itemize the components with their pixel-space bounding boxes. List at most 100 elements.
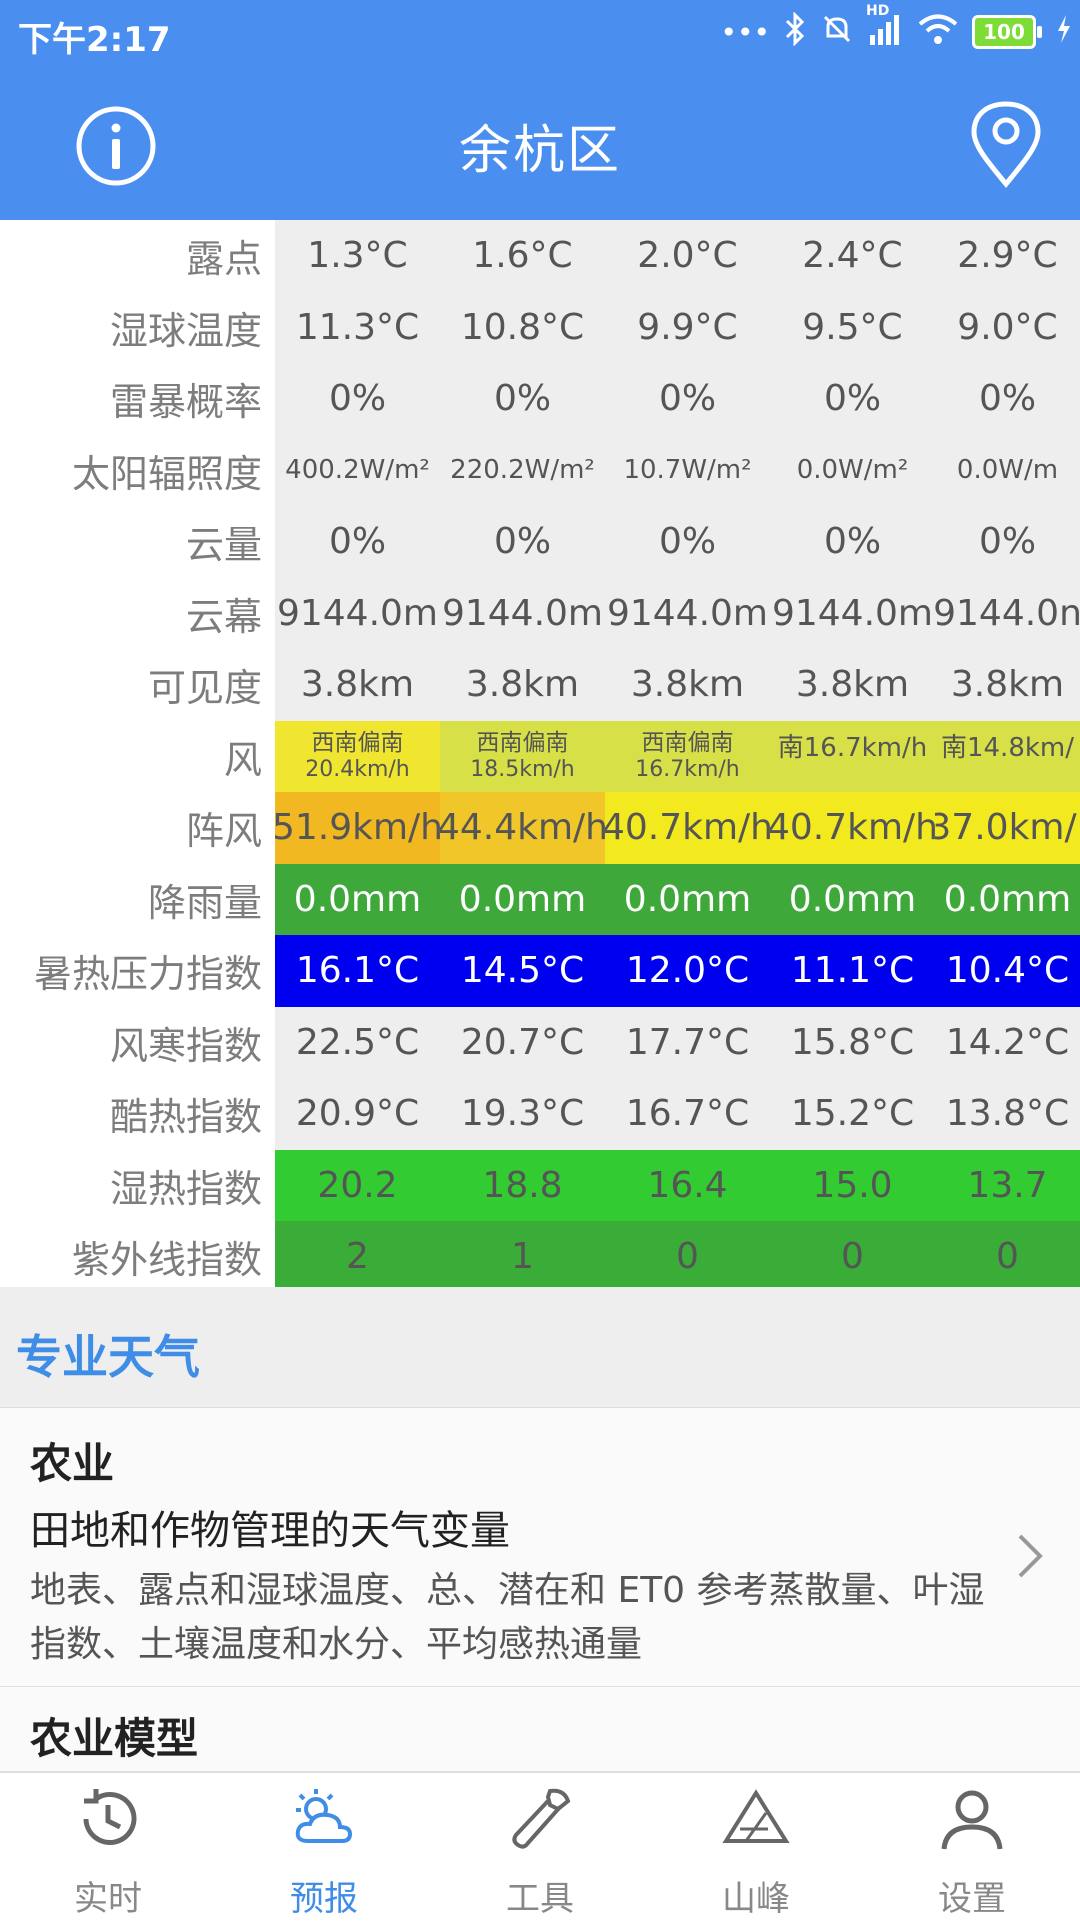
table-cell: 9.5°C — [770, 291, 935, 363]
bluetooth-icon — [784, 10, 806, 53]
row-label: 阵风 — [0, 792, 262, 864]
table-cell: 19.3°C — [440, 1078, 605, 1150]
table-cell: 0% — [770, 363, 935, 435]
status-time: 下午2:17 — [18, 20, 171, 60]
table-cell: 16.4 — [605, 1149, 770, 1221]
row-label: 暑热压力指数 — [0, 935, 262, 1007]
table-cell: 16.1°C — [275, 935, 440, 1007]
table-cell: 3.8km — [935, 649, 1080, 721]
card-subtitle: 田地和作物管理的天气变量 — [30, 1508, 510, 1554]
table-cell: 10.7W/m² — [605, 434, 770, 506]
page-title: 余杭区 — [458, 121, 621, 181]
table-cell: 9144.0m — [275, 577, 440, 649]
table-cell: 44.4km/h — [440, 792, 605, 864]
table-cell: 15.2°C — [770, 1078, 935, 1150]
table-cell: 40.7km/h — [770, 792, 935, 864]
nav-label: 工具 — [506, 1879, 574, 1919]
table-cell: 3.8km — [275, 649, 440, 721]
table-cell: 13.7 — [935, 1149, 1080, 1221]
nav-label: 预报 — [290, 1879, 358, 1919]
table-cell: 0% — [770, 506, 935, 578]
section-header: 专业天气 — [0, 1287, 1080, 1408]
table-cell: 3.8km — [770, 649, 935, 721]
nav-label: 实时 — [74, 1879, 142, 1919]
table-cell: 17.7°C — [605, 1006, 770, 1078]
table-row: 湿热指数 20.2 18.8 16.4 15.0 13.7 — [0, 1149, 1080, 1221]
history-icon — [83, 1789, 137, 1845]
row-label: 湿热指数 — [0, 1149, 262, 1221]
table-cell: 9144.0m — [770, 577, 935, 649]
table-cell: 0.0mm — [770, 863, 935, 935]
table-cell: 0% — [440, 506, 605, 578]
row-label: 湿球温度 — [0, 291, 262, 363]
table-cell: 20.7°C — [440, 1006, 605, 1078]
table-cell: 0 — [770, 1221, 935, 1287]
table-cell: 18.8 — [440, 1149, 605, 1221]
row-label: 露点 — [0, 220, 262, 292]
table-cell: 51.9km/h — [275, 792, 440, 864]
table-cell: 9144.0m — [440, 577, 605, 649]
row-label: 太阳辐照度 — [0, 434, 262, 506]
location-pin-icon[interactable] — [966, 100, 1046, 190]
table-cell: 11.1°C — [770, 935, 935, 1007]
wind-speed: 20.4km/h — [305, 757, 410, 783]
table-cell: 南16.7km/h — [770, 720, 935, 792]
nav-tools[interactable]: 工具 — [432, 1773, 648, 1921]
network-label: HD — [866, 2, 890, 19]
table-cell: 9144.0n — [935, 577, 1080, 649]
table-cell: 0.0W/m — [935, 434, 1080, 506]
table-cell: 0% — [935, 363, 1080, 435]
table-cell: 20.2 — [275, 1149, 440, 1221]
nav-mountain[interactable]: 山峰 — [648, 1773, 864, 1921]
table-row: 可见度 3.8km 3.8km 3.8km 3.8km 3.8km — [0, 649, 1080, 721]
table-cell: 0 — [935, 1221, 1080, 1287]
table-cell: 37.0km/l — [935, 792, 1080, 864]
table-cell: 0% — [440, 363, 605, 435]
table-cell: 220.2W/m² — [440, 434, 605, 506]
charging-icon — [1056, 14, 1072, 51]
wind-direction: 西南偏南 — [476, 730, 569, 757]
table-cell: 2.0°C — [605, 220, 770, 292]
table-cell: 40.7km/h — [605, 792, 770, 864]
table-cell: 15.0 — [770, 1149, 935, 1221]
table-cell: 10.8°C — [440, 291, 605, 363]
wind-speed: 18.5km/h — [470, 757, 575, 783]
table-cell: 15.8°C — [770, 1006, 935, 1078]
row-label: 云幕 — [0, 577, 262, 649]
table-cell: 南14.8km/ — [935, 720, 1080, 792]
row-label: 可见度 — [0, 649, 262, 721]
row-label: 云量 — [0, 506, 262, 578]
wrench-icon — [512, 1788, 571, 1849]
table-cell: 0% — [605, 363, 770, 435]
table-cell: 2 — [275, 1221, 440, 1287]
row-label: 紫外线指数 — [0, 1221, 262, 1287]
table-cell: 14.5°C — [440, 935, 605, 1007]
table-row: 雷暴概率 0% 0% 0% 0% 0% — [0, 363, 1080, 435]
row-label: 降雨量 — [0, 863, 262, 935]
nav-realtime[interactable]: 实时 — [0, 1773, 216, 1921]
table-cell: 0.0mm — [275, 863, 440, 935]
table-cell: 西南偏南 20.4km/h — [275, 720, 440, 792]
nav-label: 山峰 — [722, 1879, 790, 1919]
table-cell: 西南偏南 18.5km/h — [440, 720, 605, 792]
status-icons: ••• HD 100 — [720, 3, 1072, 53]
table-cell: 11.3°C — [275, 291, 440, 363]
table-cell: 16.7°C — [605, 1078, 770, 1150]
status-bar: 下午2:17 ••• HD 100 — [0, 0, 1080, 64]
agriculture-model-card[interactable]: 农业模型 — [0, 1687, 1080, 1772]
table-cell: 2.9°C — [935, 220, 1080, 292]
table-row: 风寒指数 22.5°C 20.7°C 17.7°C 15.8°C 14.2°C — [0, 1006, 1080, 1078]
table-cell: 12.0°C — [605, 935, 770, 1007]
table-row: 太阳辐照度 400.2W/m² 220.2W/m² 10.7W/m² 0.0W/m² 0.… — [0, 434, 1080, 506]
user-icon — [941, 1790, 1003, 1850]
forecast-table[interactable]: 露点 1.3°C 1.6°C 2.0°C 2.4°C 2.9°C 湿球温度 11.3°C 10.… — [0, 220, 1080, 1287]
agriculture-card[interactable]: 农业 田地和作物管理的天气变量 地表、露点和湿球温度、总、潜在和 ET0 参考蒸… — [0, 1408, 1080, 1687]
card2-title: 农业模型 — [30, 1714, 199, 1763]
nav-forecast[interactable]: 预报 — [216, 1773, 432, 1921]
nav-settings[interactable]: 设置 — [864, 1773, 1080, 1921]
table-row: 云量 0% 0% 0% 0% 0% — [0, 506, 1080, 578]
section-title: 专业天气 — [16, 1330, 200, 1384]
table-row: 湿球温度 11.3°C 10.8°C 9.9°C 9.5°C 9.0°C — [0, 291, 1080, 363]
wind-direction: 西南偏南 — [311, 730, 404, 757]
table-cell: 0.0mm — [605, 863, 770, 935]
